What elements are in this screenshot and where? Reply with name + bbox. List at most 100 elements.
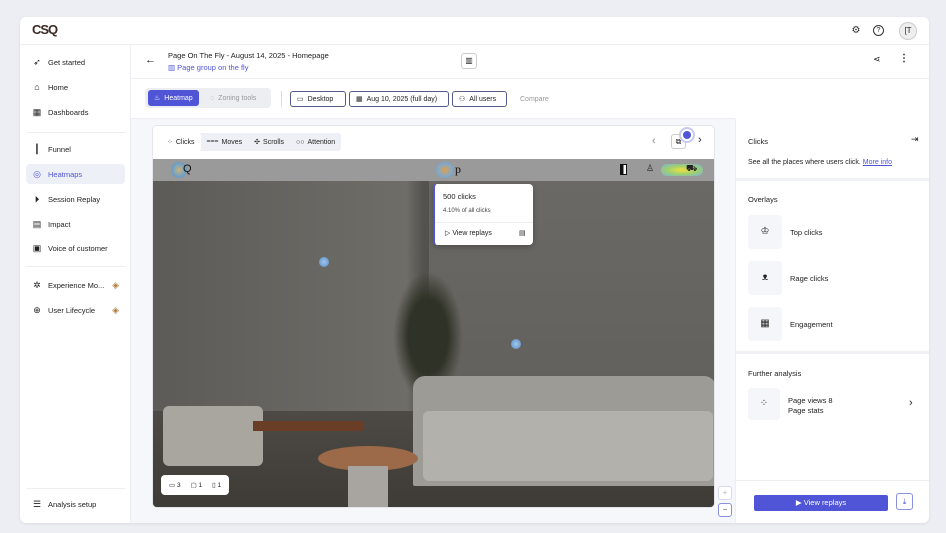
impact-icon: ▤ — [32, 218, 42, 229]
voc-icon: ▣ — [32, 242, 42, 253]
heatmap-tabs: ⁘ Clicks ⩶ Moves ✣ Scrolls ○○ Attention — [161, 133, 342, 151]
sliders-icon: ☰ — [32, 498, 42, 509]
glasses-icon: ○○ — [296, 138, 305, 146]
page-group-link[interactable]: ▥ Page group on the fly — [168, 63, 248, 72]
heatmap-area: ⁘ Clicks ⩶ Moves ✣ Scrolls ○○ Attention ‹ ⧉ … — [131, 119, 735, 523]
count: 1 — [217, 482, 222, 489]
date-label: Aug 10, 2025 (full day) — [366, 95, 438, 103]
overlay-label: Engagement — [790, 320, 833, 329]
flame-icon: ♨ — [154, 95, 161, 102]
zoning-icon: ◌ — [210, 94, 215, 102]
sidebar-item-analysis-setup[interactable]: ☰ Analysis setup — [26, 494, 125, 514]
more-info-link[interactable]: More info — [863, 159, 892, 166]
device-count-tablet[interactable]: ▢ 1 — [191, 481, 203, 489]
heatmap-button[interactable]: ♨ Heatmap — [148, 90, 199, 106]
segment-label: All users — [469, 95, 497, 103]
map-button[interactable]: ▥ — [461, 53, 477, 69]
count: 3 — [176, 482, 181, 489]
tab-moves[interactable]: ⩶ Moves — [201, 133, 249, 151]
sidebar-item-dashboards[interactable]: ▦ Dashboards — [26, 102, 125, 122]
trophy-icon: ♔ — [748, 215, 782, 249]
hint-pulse — [679, 127, 695, 143]
zoom-in-button[interactable]: + — [718, 486, 732, 500]
sidebar-item-label: Home — [48, 82, 69, 92]
click-hotspot[interactable] — [319, 257, 329, 267]
page-title: Page On The Fly - August 14, 2025 - Home… — [168, 51, 329, 60]
click-tooltip: 500 clicks 4.10% of all clicks ▷ View re… — [433, 184, 533, 245]
click-share: 4.10% of all clicks — [443, 208, 491, 214]
heatmap-label: Heatmap — [164, 94, 193, 102]
sidebar-item-heatmaps[interactable]: ◎ Heatmaps — [26, 164, 125, 184]
sidebar-item-impact[interactable]: ▤ Impact — [26, 214, 125, 234]
site-logo: Q — [183, 163, 192, 175]
site-preview: Q p ♙ ⛟ 500 clicks 4.10% of all clicks ▷… — [153, 159, 714, 507]
help-icon[interactable]: ? — [873, 25, 884, 36]
divider — [26, 488, 125, 489]
sidebar-item-get-started[interactable]: ➶ Get started — [26, 52, 125, 72]
click-count: 500 clicks — [443, 192, 476, 201]
sidebar-item-funnel[interactable]: ┃ Funnel — [26, 139, 125, 159]
sidebar: ➶ Get started ⌂ Home ▦ Dashboards ┃ Funnel ◎… — [20, 45, 131, 523]
device-selector[interactable]: ▭ Desktop — [290, 91, 346, 107]
device-count-mobile[interactable]: ▯ 1 — [212, 481, 221, 489]
page-stats-label: Page stats — [788, 406, 824, 415]
sidebar-item-session-replay[interactable]: ⏵ Session Replay — [26, 189, 125, 209]
view-replays-link[interactable]: ▷ View replays — [445, 229, 492, 237]
divider — [26, 132, 125, 133]
tab-clicks[interactable]: ⁘ Clicks — [161, 133, 201, 151]
tab-attention[interactable]: ○○ Attention — [290, 133, 341, 151]
view-replays-button[interactable]: ▶ View replays — [754, 495, 888, 511]
sidebar-item-label: Impact — [48, 219, 71, 229]
puzzle-icon[interactable]: ⚙ — [849, 24, 863, 38]
sidebar-item-label: User Lifecycle — [48, 305, 96, 315]
diamond-icon: ◈ — [112, 304, 119, 315]
tablet-icon: ▢ — [190, 482, 199, 489]
sidebar-item-label: Session Replay — [48, 194, 101, 204]
heatmap-icon: ◎ — [33, 168, 41, 179]
logo: CSQ — [32, 22, 58, 37]
page-stats-icon: ⁘ — [748, 388, 780, 420]
play-icon: ⏵ — [34, 193, 40, 204]
prev-arrow-icon[interactable]: ‹ — [652, 135, 656, 147]
top-bar: CSQ ⚙ ? [T — [20, 17, 929, 45]
collapse-panel-icon[interactable]: ⇥ — [911, 134, 919, 145]
more-icon[interactable]: ⋮ — [899, 53, 909, 64]
panel-description: See all the places where users click. — [748, 159, 861, 166]
tab-scrolls[interactable]: ✣ Scrolls — [248, 133, 290, 151]
cart-icon: ⛟ — [686, 163, 698, 173]
download-button[interactable]: ⤓ — [896, 493, 913, 510]
site-navbar: Q p ♙ ⛟ — [153, 159, 714, 181]
rage-icon: ᴥ — [748, 261, 782, 295]
device-label: Desktop — [307, 95, 334, 103]
date-selector[interactable]: ▦ Aug 10, 2025 (full day) — [349, 91, 449, 107]
share-icon[interactable]: ⋖ — [873, 54, 881, 65]
rocket-icon: ➶ — [33, 56, 41, 67]
avatar[interactable]: [T — [899, 22, 917, 40]
theme-icon — [620, 164, 627, 175]
clicks-section: Clicks ⇥ See all the places where users … — [736, 119, 929, 181]
next-arrow-icon[interactable]: › — [698, 134, 702, 146]
overlays-section: Overlays ♔ Top clicks ᴥ Rage clicks ▦ Engag… — [736, 181, 929, 354]
click-hotspot[interactable] — [436, 162, 454, 178]
click-hotspot[interactable] — [511, 339, 521, 349]
toolbar: ♨ Heatmap ◌ Zoning tools ▭ Desktop ▦ Aug 10,… — [131, 79, 735, 119]
sidebar-item-label: Get started — [48, 57, 86, 67]
segment-selector[interactable]: ⚇ All users — [452, 91, 507, 107]
device-count-desktop[interactable]: ▭ 3 — [169, 481, 181, 489]
back-arrow-icon[interactable]: ← — [145, 54, 156, 66]
overlay-label: Rage clicks — [790, 274, 829, 283]
sidebar-item-voice-of-customer[interactable]: ▣ Voice of customer — [26, 238, 125, 258]
sidebar-item-home[interactable]: ⌂ Home — [26, 77, 125, 97]
compare-button[interactable]: Compare — [514, 91, 555, 107]
sidebar-item-experience-monitoring[interactable]: ✲ Experience Mo... ◈ — [26, 275, 125, 295]
sidebar-item-user-lifecycle[interactable]: ⊕ User Lifecycle ◈ — [26, 300, 125, 320]
lifecycle-icon: ⊕ — [33, 304, 41, 315]
further-analysis-title: Further analysis — [748, 369, 802, 378]
diamond-icon: ◈ — [112, 279, 119, 290]
sidebar-item-label: Funnel — [48, 144, 71, 154]
zoom-out-button[interactable]: − — [718, 503, 732, 517]
document-icon[interactable]: ▤ — [519, 229, 526, 237]
calendar-icon: ▦ — [356, 96, 363, 103]
desktop-icon: ▭ — [169, 482, 177, 489]
zoning-tools-button[interactable]: ◌ Zoning tools — [204, 90, 262, 106]
